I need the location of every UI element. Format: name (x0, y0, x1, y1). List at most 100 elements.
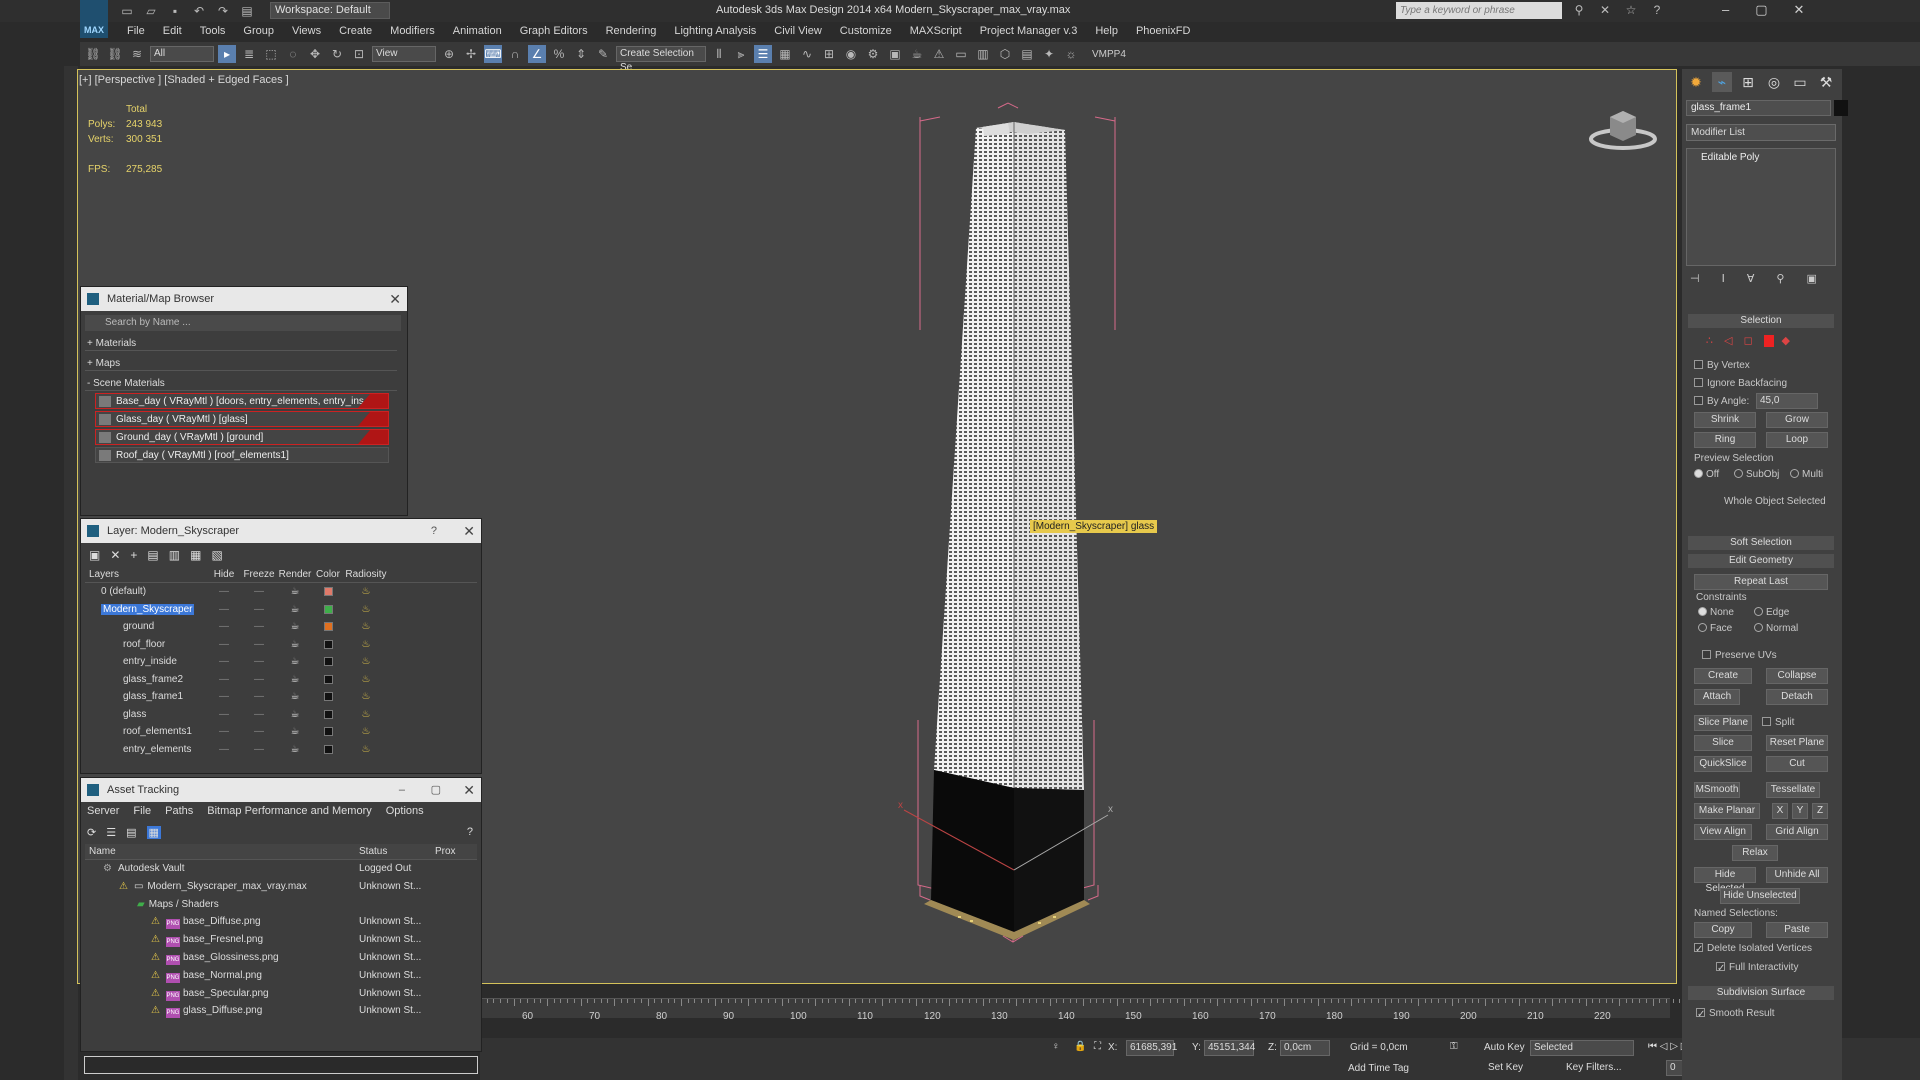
object-name-field[interactable]: glass_frame1 (1686, 100, 1831, 116)
delete-layer-icon[interactable]: ✕ (110, 548, 120, 562)
timeline-ruler[interactable]: 60 70 80 90 100 110 120 130 140 150 160 170 180 190 20… (480, 998, 1681, 1022)
collapse-button[interactable]: Collapse (1766, 668, 1828, 684)
menu-customize[interactable]: Customize (831, 22, 901, 40)
delete-isolated-vertices-checkbox[interactable]: ✓ Delete Isolated Vertices (1694, 943, 1812, 955)
selection-rollout-header[interactable]: Selection (1688, 314, 1834, 328)
layer-name[interactable]: 0 (default) (85, 583, 207, 601)
key-icon[interactable]: ⚿ (1450, 1041, 1458, 1052)
layer-name[interactable]: ground (85, 618, 207, 636)
make-planar-button[interactable]: Make Planar (1694, 803, 1760, 819)
layer-row[interactable]: ground — — ☕ ♨ (85, 618, 477, 636)
preview-multi-radio[interactable]: Multi (1790, 469, 1823, 481)
menu-views[interactable]: Views (283, 22, 330, 40)
hide-toggle[interactable]: — (207, 636, 241, 654)
menu-edit[interactable]: Edit (154, 22, 191, 40)
workspace-dropdown[interactable]: Workspace: Default (270, 2, 390, 19)
hide-selected-button[interactable]: Hide Selected (1694, 867, 1756, 894)
layer-color-swatch[interactable] (313, 741, 343, 759)
layer-row[interactable]: glass_frame1— — ☕ ♨ (85, 688, 477, 706)
col-status[interactable]: Status (355, 844, 435, 859)
configure-modifier-sets-icon[interactable]: ▣ (1806, 272, 1816, 285)
freeze-toggle[interactable]: — (241, 636, 277, 654)
constraint-normal-radio[interactable]: Normal (1754, 623, 1798, 635)
asset-row[interactable]: ⚠ ▭ Modern_Skyscraper_max_vray.max Unknown … (85, 878, 477, 896)
col-hide[interactable]: Hide (207, 567, 241, 582)
add-to-layer-icon[interactable]: + (130, 548, 137, 562)
modifier-list-dropdown[interactable]: Modifier List (1686, 124, 1836, 141)
radiosity-light-icon[interactable]: ♨ (343, 653, 389, 671)
pin-stack-icon[interactable]: ⊣ (1690, 272, 1700, 285)
split-checkbox[interactable]: Split (1762, 717, 1794, 729)
layer-row[interactable]: roof_elements1— — ☕ ♨ (85, 723, 477, 741)
layer-name[interactable]: glass_frame2 (85, 671, 207, 689)
layer-manager-titlebar[interactable]: Layer: Modern_Skyscraper ? ✕ (81, 519, 481, 543)
maxscript-listener-input[interactable] (84, 1056, 478, 1074)
show-end-result-icon[interactable]: Ⅰ (1722, 272, 1725, 285)
schematic-view-icon[interactable]: ⊞ (820, 45, 838, 63)
asset-row[interactable]: ⚠ PNG glass_Diffuse.png Unknown St... (85, 1002, 477, 1020)
menu-group[interactable]: Group (234, 22, 283, 40)
layer-color-swatch[interactable] (313, 671, 343, 689)
asset-menu-server[interactable]: Server (87, 802, 119, 820)
hide-toggle[interactable]: — (207, 688, 241, 706)
rendered-frame-window-icon[interactable]: ▣ (886, 45, 904, 63)
key-mode-dropdown[interactable]: Selected (1530, 1040, 1634, 1056)
hide-unselected-button[interactable]: Hide Unselected (1720, 888, 1800, 904)
by-vertex-checkbox[interactable]: By Vertex (1694, 360, 1750, 372)
layer-color-swatch[interactable] (313, 653, 343, 671)
app-menu-icon[interactable]: MAX (80, 0, 108, 38)
hide-toggle[interactable]: — (207, 583, 241, 601)
hide-toggle[interactable]: — (207, 601, 241, 619)
layer-row[interactable]: glass — — ☕ ♨ (85, 706, 477, 724)
hide-toggle[interactable]: — (207, 723, 241, 741)
freeze-all-icon[interactable]: ▧ (211, 548, 222, 562)
msmooth-button[interactable]: MSmooth (1694, 782, 1740, 798)
bind-space-warp-icon[interactable]: ≋ (128, 45, 146, 63)
help-icon[interactable]: ? (467, 826, 473, 838)
render-production-icon[interactable]: ☕ (908, 45, 926, 63)
layer-color-swatch[interactable] (313, 723, 343, 741)
close-icon[interactable]: ✕ (1794, 0, 1805, 20)
select-scale-icon[interactable]: ⊡ (350, 45, 368, 63)
motion-tab-icon[interactable]: ◎ (1764, 72, 1784, 92)
asset-row[interactable]: ⚠ PNG base_Normal.png Unknown St... (85, 967, 477, 985)
scene-material-item[interactable]: Glass_day ( VRayMtl ) [glass] (95, 411, 389, 427)
radiosity-light-icon[interactable]: ♨ (343, 618, 389, 636)
menu-rendering[interactable]: Rendering (597, 22, 666, 40)
search-icon[interactable]: ⚲ (1570, 2, 1588, 18)
asset-menu-file[interactable]: File (133, 802, 151, 820)
asset-row[interactable]: ▰ Maps / Shaders (85, 896, 477, 914)
col-render[interactable]: Render (277, 567, 313, 582)
vray-light-icon[interactable]: ✦ (1040, 45, 1058, 63)
preview-off-radio[interactable]: Off (1694, 469, 1719, 481)
menu-phoenixfd[interactable]: PhoenixFD (1127, 22, 1199, 40)
spinner-snap-icon[interactable]: ⇕ (572, 45, 590, 63)
render-iterative-icon[interactable]: ⚠ (930, 45, 948, 63)
menu-modifiers[interactable]: Modifiers (381, 22, 444, 40)
smooth-result-checkbox[interactable]: ✓ Smooth Result (1696, 1008, 1775, 1020)
layer-color-swatch[interactable] (313, 688, 343, 706)
star-icon[interactable]: ☆ (1622, 2, 1640, 18)
materials-category[interactable]: + Materials (85, 337, 397, 351)
render-setup-icon[interactable]: ⚙ (864, 45, 882, 63)
col-radiosity[interactable]: Radiosity (343, 567, 389, 582)
open-file-icon[interactable]: ▱ (142, 3, 160, 19)
render-teapot-icon[interactable]: ☕ (277, 618, 313, 636)
tree-view-icon[interactable]: ▤ (126, 826, 136, 839)
subobject-level-icons[interactable]: ∴ ◁ ◻ ■ ◆ (1706, 334, 1794, 347)
render-teapot-icon[interactable]: ☕ (277, 601, 313, 619)
redo-icon[interactable]: ↷ (214, 3, 232, 19)
menu-graph-editors[interactable]: Graph Editors (511, 22, 597, 40)
menu-file[interactable]: File (118, 22, 154, 40)
col-layers[interactable]: Layers (85, 567, 207, 582)
layer-row[interactable]: glass_frame2— — ☕ ♨ (85, 671, 477, 689)
graphite-ribbon-icon[interactable]: ▦ (776, 45, 794, 63)
percent-snap-icon[interactable]: % (550, 45, 568, 63)
window-crossing-icon[interactable]: ◌ (284, 45, 302, 63)
x-coord-field[interactable]: 61685,391 (1126, 1040, 1177, 1056)
table-view-icon[interactable]: ▦ (146, 825, 161, 839)
radiosity-light-icon[interactable]: ♨ (343, 636, 389, 654)
layer-color-swatch[interactable] (313, 601, 343, 619)
freeze-toggle[interactable]: — (241, 653, 277, 671)
vray-toolbar-icon[interactable]: ▥ (974, 45, 992, 63)
